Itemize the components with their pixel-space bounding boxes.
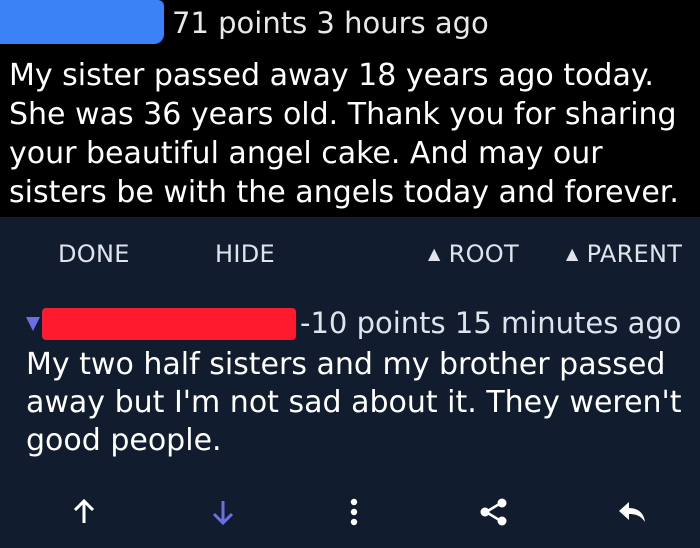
reply-comment: -10 points 15 minutes ago My two half si…: [0, 290, 700, 548]
upvote-button[interactable]: [66, 494, 102, 530]
triangle-up-icon: ▲: [428, 244, 441, 263]
hide-label: HIDE: [215, 240, 275, 268]
more-options-icon: [350, 498, 358, 526]
comment-body: My two half sisters and my brother passe…: [26, 347, 682, 458]
comment-toolbar: [0, 488, 700, 532]
comment-meta: 71 points 3 hours ago: [172, 6, 489, 40]
triangle-up-icon: ▲: [566, 244, 579, 263]
redacted-username: [42, 308, 296, 340]
reply-icon: [619, 502, 645, 522]
downvote-button[interactable]: [205, 494, 241, 530]
more-options-button[interactable]: [336, 494, 372, 530]
collapse-triangle-icon[interactable]: [26, 317, 40, 331]
hide-button[interactable]: HIDE: [215, 240, 275, 268]
comment-body: My sister passed away 18 years ago today…: [9, 58, 679, 210]
reply-button[interactable]: [614, 494, 650, 530]
downvote-icon: [212, 501, 234, 525]
done-button[interactable]: DONE: [58, 240, 130, 268]
share-button[interactable]: [476, 494, 512, 530]
comment-action-bar: DONE HIDE ▲ ROOT ▲ PARENT: [0, 240, 700, 280]
comment-meta: -10 points 15 minutes ago: [300, 306, 682, 340]
root-label: ROOT: [448, 240, 519, 268]
parent-comment: 71 points 3 hours ago My sister passed a…: [0, 0, 700, 217]
parent-button[interactable]: ▲ PARENT: [566, 240, 682, 268]
redacted-username: [0, 0, 164, 44]
share-icon: [480, 498, 507, 526]
upvote-icon: [73, 499, 95, 523]
parent-label: PARENT: [586, 240, 683, 268]
root-button[interactable]: ▲ ROOT: [428, 240, 519, 268]
done-label: DONE: [58, 240, 130, 268]
